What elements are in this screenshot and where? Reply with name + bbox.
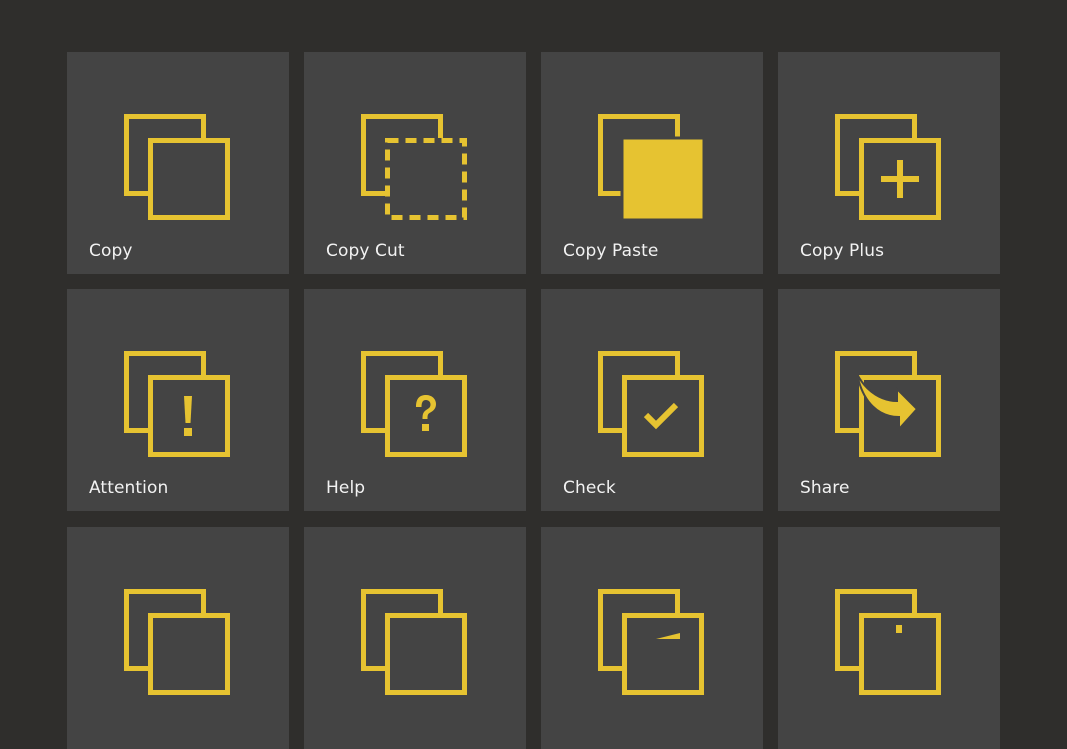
tile-check[interactable]: Check [541, 289, 763, 511]
copy-check-icon [598, 351, 706, 459]
tile-label: Copy [89, 241, 133, 261]
tile-label: Check [563, 478, 616, 498]
tile-share[interactable]: Share [778, 289, 1000, 511]
copy-icon [124, 114, 232, 222]
copy-help-icon [361, 351, 469, 459]
tile-label: Copy Paste [563, 241, 659, 261]
tile-label: Share [800, 478, 850, 498]
tile-label: Help [326, 478, 366, 498]
tile-row3-3[interactable] [541, 527, 763, 749]
copy-icon-partial-1 [124, 589, 232, 697]
tile-row3-2[interactable] [304, 527, 526, 749]
copy-paste-icon [598, 114, 706, 222]
copy-icon-partial-3 [598, 589, 706, 697]
copy-icon-partial-2 [361, 589, 469, 697]
copy-icon-partial-4 [835, 589, 943, 697]
tile-label: Attention [89, 478, 169, 498]
copy-cut-icon [361, 114, 469, 222]
tile-attention[interactable]: Attention [67, 289, 289, 511]
tile-help[interactable]: Help [304, 289, 526, 511]
tile-label: Copy Cut [326, 241, 405, 261]
tile-copy-paste[interactable]: Copy Paste [541, 52, 763, 274]
tile-row3-4[interactable] [778, 527, 1000, 749]
copy-attention-icon [124, 351, 232, 459]
copy-share-icon [835, 351, 943, 459]
tile-copy[interactable]: Copy [67, 52, 289, 274]
tile-row3-1[interactable] [67, 527, 289, 749]
tile-label: Copy Plus [800, 241, 885, 261]
tile-copy-plus[interactable]: Copy Plus [778, 52, 1000, 274]
tile-copy-cut[interactable]: Copy Cut [304, 52, 526, 274]
copy-plus-icon [835, 114, 943, 222]
